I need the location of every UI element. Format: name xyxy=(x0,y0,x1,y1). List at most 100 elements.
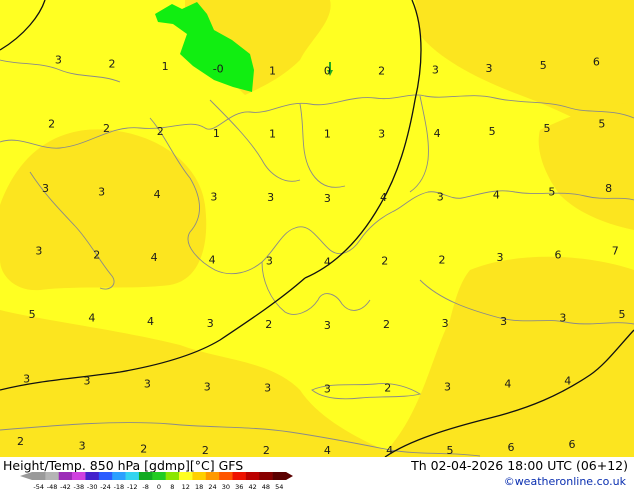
temperature-color-scale: -54 -48 -42 -38 -30 -24 -18 -12 -8 0 8 12 18 24 30 36 42… xyxy=(20,472,293,490)
isoline-value-label: 5 xyxy=(489,125,496,138)
isoline-value-label: 4 xyxy=(434,127,441,140)
isoline-value-label: 6 xyxy=(568,438,575,451)
isoline-value-label: 4 xyxy=(564,375,571,388)
isoline-value-label: -0 xyxy=(213,63,224,76)
scale-arrow-left xyxy=(20,472,32,480)
isoline-value-label: 3 xyxy=(324,382,331,395)
isoline-value-label: 4 xyxy=(209,254,216,267)
isoline-value-label: 4 xyxy=(324,255,331,268)
isoline-value-label: 3 xyxy=(432,63,439,76)
isoline-value-label: 3 xyxy=(79,439,86,452)
isoline-value-label: 2 xyxy=(263,444,270,457)
scale-tick-label: -24 xyxy=(100,483,111,490)
scale-tick-label: 8 xyxy=(170,483,174,490)
isoline-value-label: 5 xyxy=(446,444,453,457)
weather-map-viewer: 3 2 1 -0 1 0 2 3 3 5 6 2 2 2 1 1 1 3 4 5 5 5 3 3 4 3 3 3 4 3 4 5 8 3 2 4 4 3 4… xyxy=(0,0,634,490)
scale-swatch xyxy=(45,472,60,480)
isoline-value-label: 4 xyxy=(154,188,161,201)
isoline-value-label: 4 xyxy=(151,251,158,264)
isoline-value-label: 6 xyxy=(554,248,561,261)
isoline-value-label: 2 xyxy=(109,58,116,71)
scale-tick-label: 48 xyxy=(262,483,270,490)
isoline-value-label: 2 xyxy=(93,248,100,261)
isoline-value-label: 3 xyxy=(98,186,105,199)
scale-swatch xyxy=(179,472,193,480)
scale-swatch xyxy=(32,472,46,480)
scale-swatch xyxy=(98,472,113,480)
isoline-value-label: 3 xyxy=(267,191,274,204)
scale-swatch xyxy=(58,472,73,480)
scale-swatch xyxy=(85,472,100,480)
isoline-value-label: 3 xyxy=(442,317,449,330)
isoline-value-label: 4 xyxy=(380,191,387,204)
isoline-value-label: 2 xyxy=(383,318,390,331)
isoline-value-label: 5 xyxy=(548,186,555,199)
isoline-value-label: 2 xyxy=(48,118,55,131)
scale-tick-label: 36 xyxy=(235,483,243,490)
scale-tick-label: -42 xyxy=(60,483,71,490)
isoline-value-label: 3 xyxy=(207,317,214,330)
isoline-value-label: 4 xyxy=(504,378,511,391)
scale-tick-label: -8 xyxy=(142,483,148,490)
scale-tick-labels: -54 -48 -42 -38 -30 -24 -18 -12 -8 0 8 12 18 24 30 36 42… xyxy=(33,483,283,490)
scale-swatch xyxy=(138,472,153,480)
isoline-value-label: 2 xyxy=(378,64,385,77)
scale-tick-label: 54 xyxy=(275,483,283,490)
isoline-value-label: 3 xyxy=(378,128,385,141)
scale-swatch xyxy=(245,472,260,480)
scale-tick-label: -54 xyxy=(33,483,44,490)
scale-tick-label: -30 xyxy=(87,483,98,490)
scale-tick-label: -18 xyxy=(114,483,125,490)
isoline-value-label: 3 xyxy=(23,373,30,386)
isoline-value-label: 1 xyxy=(324,128,331,141)
scale-tick-label: 0 xyxy=(157,483,161,490)
scale-swatch xyxy=(219,472,233,480)
isoline-value-label: 3 xyxy=(35,245,42,258)
isoline-value-label: 5 xyxy=(598,118,605,131)
isoline-value-label: 3 xyxy=(264,381,271,394)
temperature-height-map: 3 2 1 -0 1 0 2 3 3 5 6 2 2 2 1 1 1 3 4 5 5 5 3 3 4 3 3 3 4 3 4 5 8 3 2 4 4 3 4… xyxy=(0,0,634,457)
isoline-value-label: 4 xyxy=(147,315,154,328)
scale-swatches xyxy=(20,472,293,480)
isoline-value-label: 2 xyxy=(265,318,272,331)
scale-tick-label: -48 xyxy=(47,483,58,490)
scale-swatch xyxy=(125,472,140,480)
isoline-value-label: 2 xyxy=(157,125,164,138)
isoline-value-label: 3 xyxy=(486,62,493,75)
isoline-value-label: 3 xyxy=(84,375,91,388)
isoline-value-label: 4 xyxy=(386,444,393,457)
isoline-value-label: 2 xyxy=(17,435,24,448)
isoline-value-label: 8 xyxy=(605,182,612,195)
scale-swatch xyxy=(112,472,126,480)
scale-swatch xyxy=(72,472,86,480)
scale-tick-label: 30 xyxy=(222,483,230,490)
scale-arrow-right xyxy=(286,472,293,480)
isoline-value-label: 0 xyxy=(324,64,331,77)
scale-swatch xyxy=(192,472,207,480)
isoline-value-label: 5 xyxy=(619,308,626,321)
isoline-value-label: 5 xyxy=(540,59,547,72)
map-footer: Height/Temp. 850 hPa [gdmp][°C] GFS Th 0… xyxy=(0,457,634,490)
isoline-value-label: 3 xyxy=(324,319,331,332)
isoline-value-label: 2 xyxy=(202,444,209,457)
isoline-value-label: 3 xyxy=(559,312,566,325)
isoline-value-label: 3 xyxy=(497,251,504,264)
isoline-value-label: 3 xyxy=(324,192,331,205)
isoline-value-label: 2 xyxy=(381,255,388,268)
isoline-value-label: 3 xyxy=(210,190,217,203)
isoline-value-label: 2 xyxy=(439,254,446,267)
isoline-value-label: 6 xyxy=(593,56,600,69)
isoline-value-label: 3 xyxy=(266,255,273,268)
valid-time-label: Th 02-04-2026 18:00 UTC (06+12) xyxy=(411,458,628,473)
isoline-value-label: 6 xyxy=(507,441,514,454)
isoline-value-label: 3 xyxy=(144,378,151,391)
isoline-value-label: 4 xyxy=(324,444,331,457)
isoline-value-label: 4 xyxy=(88,312,95,325)
credit-link[interactable]: ©weatheronline.co.uk xyxy=(504,475,626,488)
isoline-value-label: 7 xyxy=(612,245,619,258)
scale-tick-label: 12 xyxy=(182,483,190,490)
scale-swatch xyxy=(232,472,247,480)
isoline-value-label: 3 xyxy=(204,381,211,394)
scale-tick-label: 18 xyxy=(195,483,203,490)
product-title: Height/Temp. 850 hPa [gdmp][°C] GFS xyxy=(3,458,244,473)
